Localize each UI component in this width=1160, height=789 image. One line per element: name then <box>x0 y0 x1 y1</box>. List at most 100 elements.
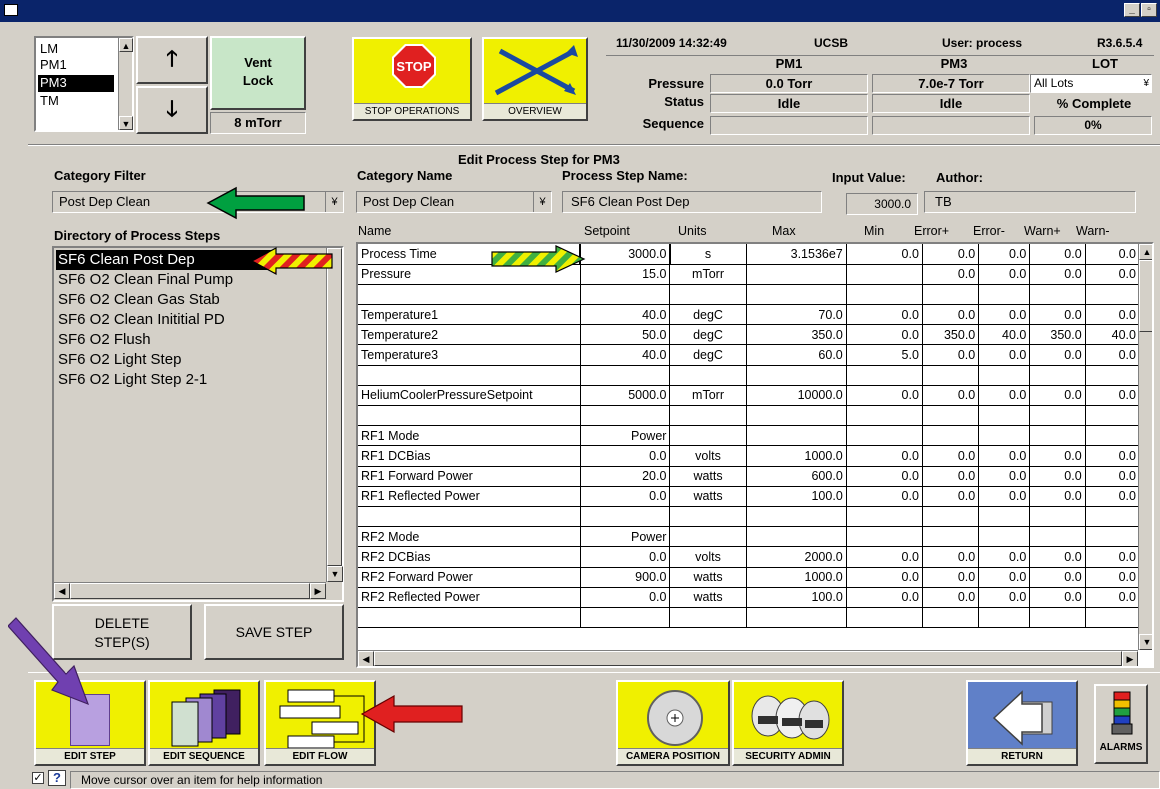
cell-value: 0.0 <box>1085 385 1141 407</box>
cell-value[interactable]: 5000.0 <box>580 385 671 407</box>
module-list-scrollbar[interactable]: ▲ ▼ <box>118 38 133 130</box>
cell-value[interactable]: 3000.0 <box>579 244 671 266</box>
header-min: Min <box>864 224 885 238</box>
step-item[interactable]: SF6 O2 Clean Gas Stab <box>58 290 220 310</box>
table-row[interactable]: Process Time 3000.0 s 3.1536e7 0.0 0.0 0.0 0.0 0… <box>358 244 1141 266</box>
scroll-left-icon[interactable]: ◀ <box>54 583 70 599</box>
module-item-tm[interactable]: TM <box>40 93 59 108</box>
return-label: RETURN <box>968 748 1076 764</box>
scroll-down-icon[interactable]: ▼ <box>119 116 133 130</box>
table-row[interactable]: RF1 Mode Power <box>358 425 1141 447</box>
move-down-button[interactable]: 🡓 <box>136 86 208 134</box>
input-value-field[interactable]: 3000.0 <box>846 193 918 215</box>
table-row[interactable]: RF2 DCBias 0.0 volts 2000.0 0.0 0.0 0.0 0.0 0.0 <box>358 546 1141 568</box>
module-item-pm1[interactable]: PM1 <box>40 57 67 72</box>
scroll-up-icon[interactable]: ▲ <box>1139 244 1152 260</box>
module-list[interactable]: LM PM1 PM3 TM ▲ ▼ <box>34 36 134 132</box>
author-field[interactable]: TB <box>924 191 1136 213</box>
minimize-icon[interactable]: _ <box>1124 3 1140 17</box>
step-item[interactable]: SF6 Clean Post Dep <box>56 250 276 270</box>
table-row[interactable]: Temperature1 40.0 degC 70.0 0.0 0.0 0.0 0.0 0.0 <box>358 304 1141 326</box>
camera-position-button[interactable]: CAMERA POSITION <box>616 680 730 766</box>
module-item-pm3[interactable]: PM3 <box>38 75 114 92</box>
stop-operations-button[interactable]: STOP STOP OPERATIONS <box>352 37 472 121</box>
cell-value[interactable]: 0.0 <box>580 546 671 568</box>
table-row[interactable] <box>358 284 1141 306</box>
cell-value[interactable]: 40.0 <box>580 344 671 366</box>
table-row[interactable]: RF2 Forward Power 900.0 watts 1000.0 0.0 0.0 0… <box>358 567 1141 588</box>
red-annotation-arrow <box>360 694 463 734</box>
overview-button[interactable]: OVERVIEW <box>482 37 588 121</box>
table-row[interactable] <box>358 405 1141 427</box>
dropdown-arrow-icon[interactable]: ¥ <box>325 192 343 212</box>
scroll-right-icon[interactable]: ▶ <box>1122 651 1138 666</box>
scroll-up-icon[interactable]: ▲ <box>119 38 133 52</box>
h-scroll-thumb[interactable] <box>70 583 310 599</box>
cell-value[interactable]: 0.0 <box>580 486 671 507</box>
cell-value[interactable] <box>580 365 671 386</box>
cell-value[interactable] <box>580 607 671 629</box>
edit-sequence-button[interactable]: EDIT SEQUENCE <box>148 680 260 766</box>
vent-lock-button[interactable]: Vent Lock <box>210 36 306 110</box>
save-step-button[interactable]: SAVE STEP <box>204 604 344 660</box>
table-horizontal-scrollbar[interactable]: ◀ ▶ <box>358 650 1138 666</box>
table-row[interactable]: Temperature2 50.0 degC 350.0 0.0 350.0 40.0 350… <box>358 324 1141 346</box>
cell-value[interactable] <box>580 284 671 306</box>
step-item[interactable]: SF6 O2 Light Step 2-1 <box>58 370 207 390</box>
help-icon[interactable]: ? <box>48 770 66 786</box>
table-row[interactable]: RF2 Reflected Power 0.0 watts 100.0 0.0 0.0 0.… <box>358 587 1141 608</box>
restore-icon[interactable]: ▫ <box>1141 3 1157 17</box>
table-h-scroll-thumb[interactable] <box>374 651 1122 666</box>
cell-value: 0.0 <box>1085 244 1141 265</box>
cell-value[interactable] <box>580 405 671 427</box>
table-row[interactable]: RF1 Forward Power 20.0 watts 600.0 0.0 0.0 0.0… <box>358 466 1141 487</box>
dropdown-arrow-icon[interactable]: ¥ <box>533 192 551 212</box>
table-row[interactable] <box>358 607 1141 629</box>
scroll-right-icon[interactable]: ▶ <box>310 583 326 599</box>
scroll-thumb[interactable] <box>327 248 342 566</box>
module-item-lm[interactable]: LM <box>40 41 58 56</box>
table-row[interactable]: Pressure 15.0 mTorr 0.0 0.0 0.0 0.0 <box>358 264 1141 285</box>
step-item[interactable]: SF6 O2 Clean Inititial PD <box>58 310 225 330</box>
table-row[interactable] <box>358 506 1141 528</box>
cell-value[interactable] <box>580 506 671 528</box>
step-item[interactable]: SF6 O2 Flush <box>58 330 151 350</box>
scroll-down-icon[interactable]: ▼ <box>1139 634 1152 650</box>
cell-value[interactable]: Power <box>580 425 671 447</box>
steps-vertical-scrollbar[interactable]: ▼ <box>326 248 343 582</box>
dropdown-arrow-icon[interactable]: ¥ <box>1143 75 1149 92</box>
step-item[interactable]: SF6 O2 Light Step <box>58 350 181 370</box>
step-name-field[interactable]: SF6 Clean Post Dep <box>562 191 822 213</box>
cell-value[interactable]: Power <box>580 526 671 548</box>
scroll-down-icon[interactable]: ▼ <box>327 566 343 582</box>
status-panel: 11/30/2009 14:32:49 UCSB User: process R… <box>606 30 1156 140</box>
category-name-select[interactable]: Post Dep Clean ¥ <box>356 191 552 213</box>
table-row[interactable]: RF2 Mode Power <box>358 526 1141 548</box>
cell-value[interactable]: 20.0 <box>580 466 671 487</box>
move-up-button[interactable]: 🡑 <box>136 36 208 84</box>
table-row[interactable]: RF1 DCBias 0.0 volts 1000.0 0.0 0.0 0.0 0.0 0.0 <box>358 445 1141 467</box>
cell-value[interactable]: 50.0 <box>580 324 671 346</box>
cell-value[interactable]: 15.0 <box>580 264 671 285</box>
cell-value[interactable]: 40.0 <box>580 304 671 326</box>
lot-select[interactable]: All Lots ¥ <box>1030 74 1152 93</box>
return-button[interactable]: RETURN <box>966 680 1078 766</box>
pm3-sequence <box>872 116 1030 135</box>
table-scroll-thumb[interactable] <box>1139 260 1152 332</box>
process-steps-list[interactable]: SF6 Clean Post Dep SF6 O2 Clean Final Pu… <box>52 246 344 602</box>
table-vertical-scrollbar[interactable]: ▲ ▼ <box>1138 244 1152 650</box>
table-row[interactable] <box>358 365 1141 386</box>
cell-value: 0.0 <box>978 445 1031 467</box>
alarms-button[interactable]: ALARMS <box>1094 684 1148 764</box>
cell-value[interactable]: 900.0 <box>580 567 671 588</box>
checkbox-icon[interactable]: ✓ <box>32 772 44 784</box>
table-row[interactable]: HeliumCoolerPressureSetpoint 5000.0 mTorr 1… <box>358 385 1141 407</box>
step-item[interactable]: SF6 O2 Clean Final Pump <box>58 270 233 290</box>
cell-value[interactable]: 0.0 <box>580 587 671 608</box>
table-row[interactable]: Temperature3 40.0 degC 60.0 5.0 0.0 0.0 0.0 0.0 <box>358 344 1141 366</box>
steps-horizontal-scrollbar[interactable]: ◀ ▶ <box>54 582 326 600</box>
scroll-left-icon[interactable]: ◀ <box>358 651 374 666</box>
cell-value[interactable]: 0.0 <box>580 445 671 467</box>
security-admin-button[interactable]: SECURITY ADMIN <box>732 680 844 766</box>
table-row[interactable]: RF1 Reflected Power 0.0 watts 100.0 0.0 0.0 0.… <box>358 486 1141 507</box>
